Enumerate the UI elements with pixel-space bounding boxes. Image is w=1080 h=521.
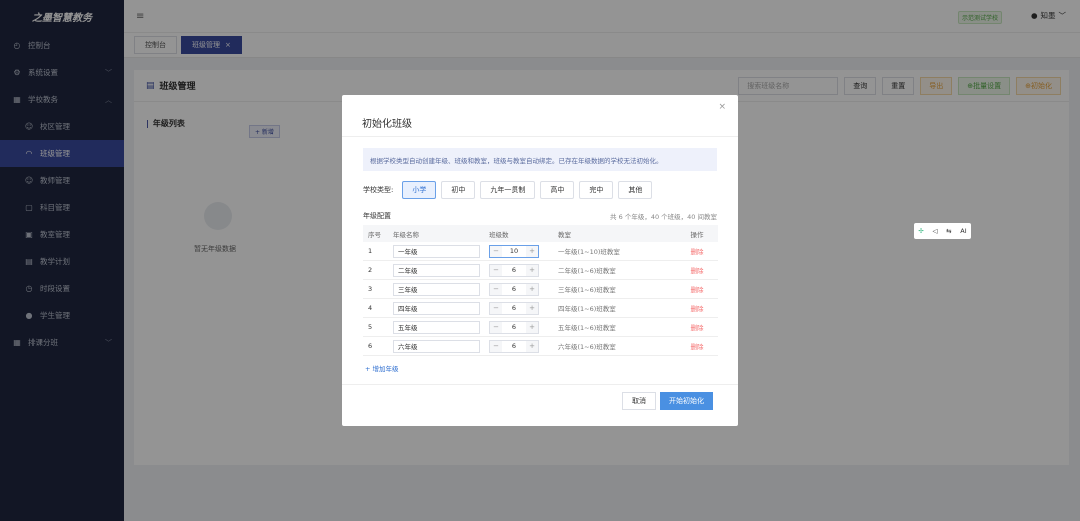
minus-icon[interactable]: − (490, 264, 502, 276)
plus-icon[interactable]: + (526, 321, 538, 333)
row-number: 2 (368, 266, 373, 274)
school-type-options: 小学 初中 九年一贯制 高中 完中 其他 (402, 181, 653, 199)
table-row: 1 一年级 −10 + 一年级(1~10)班教室 删除 (363, 242, 718, 261)
plus-icon[interactable]: + (526, 340, 538, 352)
class-count-stepper[interactable]: − 6 + (489, 263, 539, 277)
class-count-stepper[interactable]: −10 + (489, 244, 539, 258)
divider (342, 384, 738, 385)
init-class-dialog: 初始化班级 × 根据学校类型自动创建年级、班级和教室，班级与教室自动绑定。已存在… (342, 95, 738, 426)
class-count-value: 6 (511, 285, 517, 293)
plus-icon[interactable]: + (526, 245, 538, 257)
table-row: 5 五年级 − 6 + 五年级(1~6)班教室 删除 (363, 318, 718, 337)
column-header: 操作 (690, 230, 704, 239)
table-body: 1 一年级 −10 + 一年级(1~10)班教室 删除 2 二年级 −6 + 二年级(1~6)班教室… (363, 242, 718, 356)
plus-icon[interactable]: + (526, 283, 538, 295)
delete-link[interactable]: 删除 (676, 284, 718, 294)
class-count-value: 6 (511, 342, 517, 350)
column-header: 教室 (558, 230, 571, 239)
classroom-text: 二年级(1~6)班教室 (558, 267, 616, 275)
grade-name-input[interactable]: 四年级 (393, 301, 480, 315)
classroom-text: 一年级(1~10)班教室 (558, 248, 620, 256)
info-notice: 根据学校类型自动创建年级、班级和教室，班级与教室自动绑定。已存在年级数据的学校无… (363, 148, 717, 171)
school-type-option[interactable]: 九年一贯制 (480, 181, 536, 199)
ai-icon[interactable]: AI (960, 227, 966, 235)
classroom-text: 三年级(1~6)班教室 (558, 286, 616, 294)
delete-link[interactable]: 删除 (676, 322, 718, 332)
start-init-button[interactable]: 开始初始化 (660, 392, 713, 410)
minus-icon[interactable]: − (490, 302, 502, 314)
column-header: 年级名称 (393, 230, 419, 239)
grade-name-input[interactable]: 五年级 (393, 320, 480, 334)
speaker-icon[interactable]: ◁ (932, 227, 937, 235)
column-header: 序号 (368, 230, 381, 239)
translate-icon[interactable]: ⇆ (946, 227, 951, 235)
table-header: 序号 年级名称 班级数 教室 操作 (363, 225, 718, 242)
delete-link[interactable]: 删除 (676, 246, 718, 256)
close-icon[interactable]: × (718, 102, 726, 112)
class-count-stepper[interactable]: − 6 + (489, 301, 539, 315)
table-row: 4 四年级 − 6 + 四年级(1~6)班教室 删除 (363, 299, 718, 318)
class-count-value: 10 (509, 247, 519, 255)
cursor-icon[interactable]: ✢ (918, 227, 923, 235)
class-count-stepper[interactable]: − 6 + (489, 339, 539, 353)
grade-name-input[interactable]: 一年级 (393, 244, 480, 258)
row-number: 1 (368, 247, 373, 255)
school-type-option[interactable]: 其他 (618, 181, 653, 199)
table-row: 2 二年级 − 6 + 二年级(1~6)班教室 删除 (363, 261, 718, 280)
cancel-button[interactable]: 取消 (622, 392, 656, 410)
grade-name-input[interactable]: 三年级 (393, 282, 480, 296)
class-count-value: 6 (511, 266, 517, 274)
classroom-text: 四年级(1~6)班教室 (558, 305, 616, 313)
divider (342, 136, 738, 137)
minus-icon[interactable]: − (490, 321, 502, 333)
grade-config-table: 序号 年级名称 班级数 教室 操作 1 一年级 −10 + 一年级(1~10)班教室 删除… (363, 225, 718, 356)
grade-name-input[interactable]: 六年级 (393, 339, 480, 353)
class-count-value: 6 (511, 304, 517, 312)
class-count-stepper[interactable]: − 6 + (489, 282, 539, 296)
class-count-value: 6 (511, 323, 517, 331)
row-number: 3 (368, 285, 373, 293)
school-type-option[interactable]: 初中 (441, 181, 476, 199)
row-number: 5 (368, 323, 373, 331)
row-number: 6 (368, 342, 373, 350)
table-row: 6 六年级 − 6 + 六年级(1~6)班教室 删除 (363, 337, 718, 356)
plus-icon[interactable]: + (526, 302, 538, 314)
school-type-option[interactable]: 完中 (579, 181, 614, 199)
floating-toolbar: ✢ ◁ ⇆ AI (914, 223, 971, 239)
row-number: 4 (368, 304, 373, 312)
column-header: 班级数 (489, 230, 509, 239)
minus-icon[interactable]: − (490, 283, 502, 295)
grade-config-label: 年级配置 (363, 212, 391, 220)
school-type-selector: 学校类型: 小学 初中 九年一贯制 高中 完中 其他 (363, 181, 653, 199)
dialog-title: 初始化班级 (362, 119, 412, 130)
school-type-option[interactable]: 小学 (402, 181, 437, 199)
classroom-text: 六年级(1~6)班教室 (558, 343, 616, 351)
plus-icon[interactable]: + (526, 264, 538, 276)
delete-link[interactable]: 删除 (676, 341, 718, 351)
grade-summary: 共 6 个年级，40 个班级，40 间教室 (610, 213, 717, 221)
grade-name-input[interactable]: 二年级 (393, 263, 480, 277)
table-row: 3 三年级 − 6 + 三年级(1~6)班教室 删除 (363, 280, 718, 299)
add-grade-link[interactable]: + 增加年级 (365, 363, 399, 373)
minus-icon[interactable]: − (490, 245, 502, 257)
delete-link[interactable]: 删除 (676, 265, 718, 275)
delete-link[interactable]: 删除 (676, 303, 718, 313)
minus-icon[interactable]: − (490, 340, 502, 352)
classroom-text: 五年级(1~6)班教室 (558, 324, 616, 332)
school-type-label: 学校类型: (363, 186, 394, 194)
class-count-stepper[interactable]: − 6 + (489, 320, 539, 334)
school-type-option[interactable]: 高中 (540, 181, 575, 199)
